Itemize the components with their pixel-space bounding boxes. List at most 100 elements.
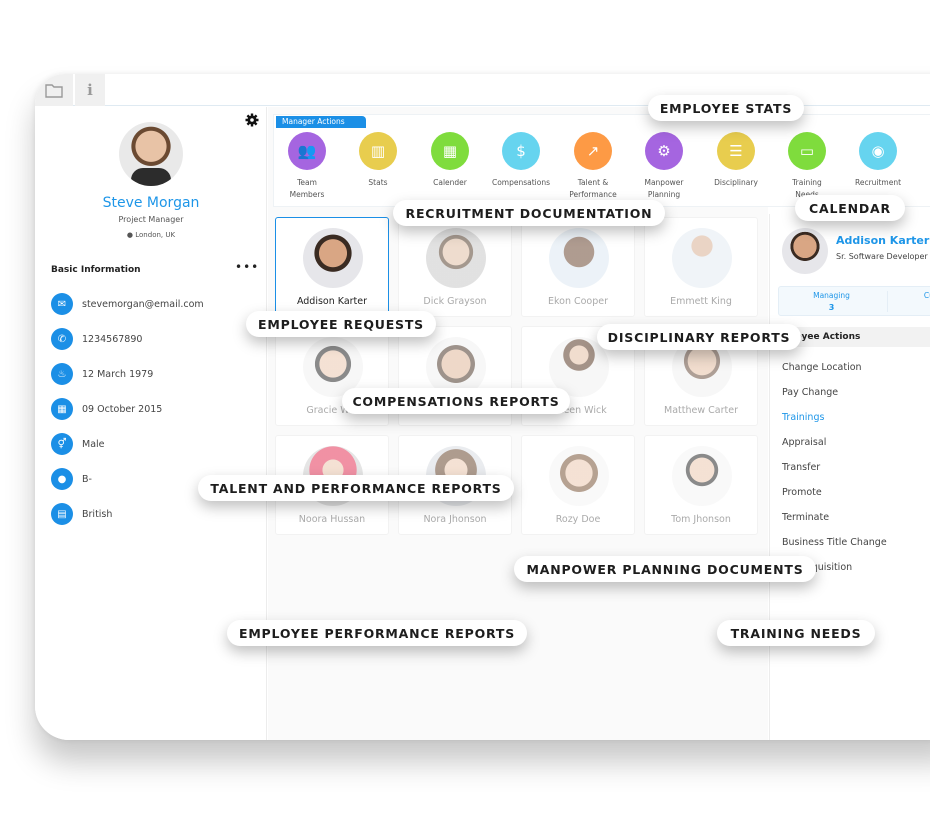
employee-name: Emmett King <box>670 296 732 307</box>
info-row-email: ✉ stevemorgan@email.com <box>51 293 204 315</box>
list-icon: ☰ <box>717 132 755 170</box>
employee-name: Tom Jhonson <box>671 514 731 525</box>
employee-name: Ekon Cooper <box>547 296 609 307</box>
employee-name: Matthew Carter <box>664 405 738 416</box>
action-stats[interactable]: ▥ Stats <box>342 132 414 189</box>
presentation-icon: ▭ <box>788 132 826 170</box>
birthday-cake-icon: ♨ <box>51 363 73 385</box>
profile-avatar <box>119 122 183 186</box>
callout-disciplinary-reports: DISCIPLINARY REPORTS <box>597 324 801 350</box>
nationality-value: British <box>82 508 113 520</box>
action-talent-performance[interactable]: ↗ Talent & Performance <box>557 132 629 201</box>
action-label: Team Members <box>289 178 325 199</box>
folder-tab[interactable] <box>35 74 73 106</box>
employee-name: Dick Grayson <box>423 296 487 307</box>
join-date-value: 09 October 2015 <box>82 403 163 415</box>
employee-photo <box>303 228 363 288</box>
action-label: Recruitment <box>854 178 902 187</box>
email-icon: ✉ <box>51 293 73 315</box>
callout-manpower-planning-documents: MANPOWER PLANNING DOCUMENTS <box>514 556 816 582</box>
employee-name: Noora Hussan <box>298 514 366 525</box>
action-manpower-planning[interactable]: ⚙ Manpower Planning <box>628 132 700 201</box>
action-terminate[interactable]: Terminate <box>782 512 829 523</box>
callout-employee-stats: EMPLOYEE STATS <box>648 95 804 121</box>
action-disciplinary[interactable]: ☰ Disciplinary <box>700 132 772 189</box>
id-card-icon: ▤ <box>51 503 73 525</box>
gender-value: Male <box>82 438 105 450</box>
manager-actions-badge: Manager Actions <box>276 116 366 128</box>
employee-card[interactable]: Addison Karter <box>275 217 389 317</box>
action-change-location[interactable]: Change Location <box>782 362 862 373</box>
action-team-members[interactable]: 👥 Team Members <box>271 132 343 201</box>
employee-name: Rozy Doe <box>555 514 601 525</box>
birthday-value: 12 March 1979 <box>82 368 154 380</box>
detail-name: Addison Karter <box>836 234 930 247</box>
location-pin-icon: ● <box>126 231 134 239</box>
employee-card[interactable]: Emmett King <box>644 217 758 317</box>
location-text: London, UK <box>135 231 176 239</box>
action-promote[interactable]: Promote <box>782 487 822 498</box>
basic-info-title: Basic Information <box>51 265 141 275</box>
action-label: Disciplinary <box>714 178 758 187</box>
action-recruitment[interactable]: ◉ Recruitment <box>842 132 914 189</box>
detail-role: Sr. Software Developer <box>836 252 928 261</box>
employee-card[interactable]: Rozy Doe <box>521 435 635 535</box>
employee-card[interactable]: Ekon Cooper <box>521 217 635 317</box>
bar-chart-icon: ▥ <box>359 132 397 170</box>
callout-calendar: CALENDAR <box>795 195 905 221</box>
info-row-phone: ✆ 1234567890 <box>51 328 142 350</box>
employee-photo <box>672 446 732 506</box>
phone-value: 1234567890 <box>82 333 143 345</box>
profile-role: Project Manager <box>118 215 184 224</box>
action-pay-change[interactable]: Pay Change <box>782 387 838 398</box>
action-training-needs[interactable]: ▭TrainingNeeds <box>771 132 843 201</box>
employee-card[interactable]: Tom Jhonson <box>644 435 758 535</box>
info-row-nationality: ▤ British <box>51 503 112 525</box>
action-calender[interactable]: ▦ Calender <box>414 132 486 189</box>
callout-employee-performance-reports: EMPLOYEE PERFORMANCE REPORTS <box>227 620 527 646</box>
team-settings-icon: ⚙ <box>645 132 683 170</box>
profile-panel: Steve Morgan Project Manager ● London, U… <box>35 107 267 740</box>
money-hand-icon: $ <box>502 132 540 170</box>
detail-avatar <box>782 228 828 274</box>
info-row-birthday: ♨ 12 March 1979 <box>51 363 153 385</box>
blood-group-value: B- <box>82 473 92 485</box>
employee-detail-panel: Addison Karter Sr. Software Developer Ma… <box>769 214 930 740</box>
callout-training-needs: TRAINING NEEDS <box>717 620 875 646</box>
calendar-icon: ▦ <box>431 132 469 170</box>
folder-icon <box>45 83 63 98</box>
action-compensations[interactable]: $ Compensations <box>485 132 557 189</box>
callout-employee-requests: EMPLOYEE REQUESTS <box>246 311 436 337</box>
action-label: Talent & Performance <box>569 178 617 199</box>
email-value: stevemorgan@email.com <box>82 298 204 310</box>
employee-photo <box>549 228 609 288</box>
detail-stats: Managing3 Cu...E <box>778 286 930 316</box>
profile-location: ● London, UK <box>35 231 267 239</box>
employee-name: Nora Jhonson <box>423 514 487 525</box>
trend-chart-icon: ↗ <box>574 132 612 170</box>
employee-photo <box>426 228 486 288</box>
action-appraisal[interactable]: Appraisal <box>782 437 826 448</box>
callout-recruitment-documentation: RECRUITMENT DOCUMENTATION <box>393 200 665 226</box>
callout-compensations-reports: COMPENSATIONS REPORTS <box>342 388 570 414</box>
employee-card[interactable]: Dick Grayson <box>398 217 512 317</box>
info-row-blood-group: ● B- <box>51 468 92 490</box>
action-business-title-change[interactable]: Business Title Change <box>782 537 887 548</box>
profile-name: Steve Morgan <box>102 195 200 211</box>
info-tab[interactable]: i <box>75 74 105 106</box>
gender-icon: ⚥ <box>51 433 73 455</box>
stat-managing: Managing 3 <box>813 291 850 312</box>
employee-name: Addison Karter <box>296 296 368 307</box>
action-label: Stats <box>368 178 388 187</box>
action-label: Calender <box>433 178 467 187</box>
more-options-icon[interactable]: ••• <box>235 260 259 274</box>
info-row-join-date: ▦ 09 October 2015 <box>51 398 162 420</box>
action-trainings[interactable]: Trainings <box>782 412 824 423</box>
info-icon: i <box>87 81 93 99</box>
calendar-icon: ▦ <box>51 398 73 420</box>
team-icon: 👥 <box>288 132 326 170</box>
action-transfer[interactable]: Transfer <box>782 462 820 473</box>
phone-icon: ✆ <box>51 328 73 350</box>
action-label: Compensations <box>491 178 551 187</box>
gear-icon[interactable] <box>245 113 259 127</box>
